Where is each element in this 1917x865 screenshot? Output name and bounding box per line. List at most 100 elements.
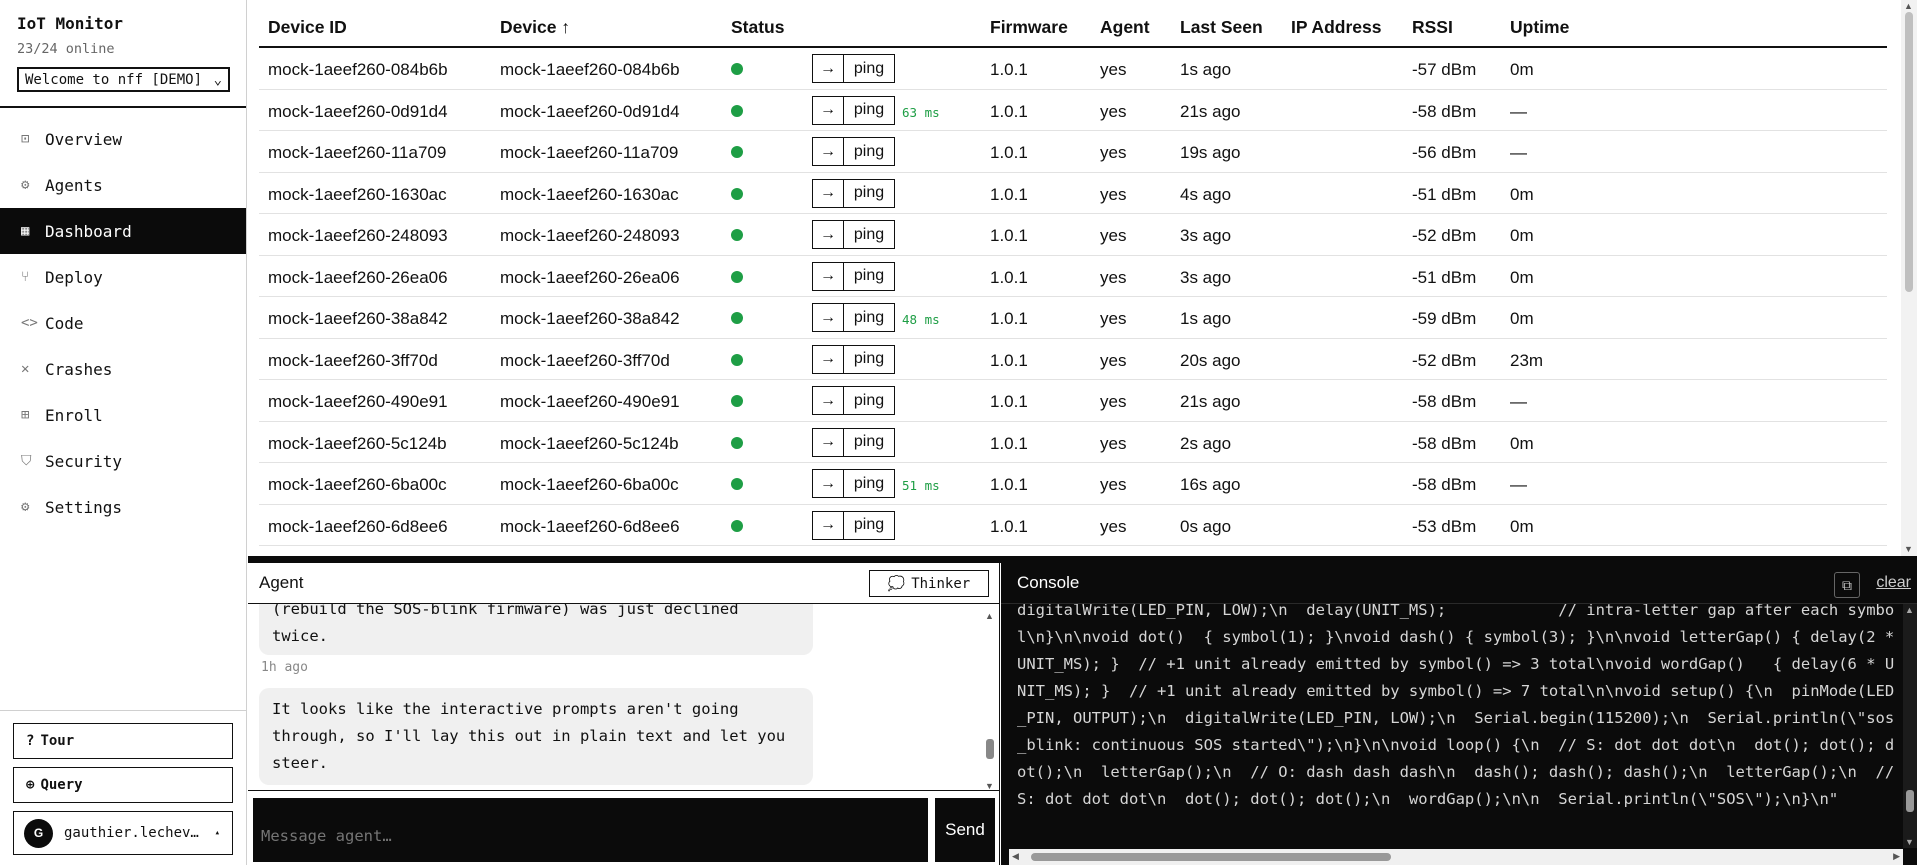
table-row[interactable]: mock-1aeef260-5c124b mock-1aeef260-5c124b… [259,422,1887,463]
col-agent[interactable]: Agent [1100,17,1150,38]
ping-button[interactable]: ping [843,178,895,208]
sidebar-nav: ⊡ Overview ⚙ Agents ▦ Dashboard ⑂ Deploy <> Code ✕… [0,116,246,530]
cell-last-seen: 1s ago [1180,309,1232,328]
send-button[interactable]: Send [935,798,995,862]
console-vscroll-thumb[interactable] [1906,790,1914,812]
ping-button[interactable]: ping [843,344,895,374]
table-scrollbar[interactable]: ▲ ▼ [1901,0,1917,556]
col-status[interactable]: Status [731,17,784,38]
agent-scrollbar-thumb[interactable] [986,739,994,759]
table-scrollbar-thumb[interactable] [1905,12,1913,292]
agent-message-input[interactable] [253,798,928,862]
tour-button[interactable]: ? Tour [13,723,233,759]
ping-button[interactable]: ping [843,95,895,125]
table-row[interactable]: mock-1aeef260-38a842 mock-1aeef260-38a842… [259,297,1887,339]
sidebar-item-crashes[interactable]: ✕ Crashes [0,346,246,392]
ping-button[interactable]: ping [843,137,895,166]
agent-message-text: It looks like the interactive prompts ar… [272,700,786,772]
sidebar-item-code[interactable]: <> Code [0,300,246,346]
thinker-mode-button[interactable]: 💭 Thinker [869,570,989,597]
scroll-up-icon[interactable]: ▲ [985,611,994,621]
console-horizontal-scrollbar[interactable]: ◀ ▶ [1009,849,1903,865]
scroll-up-icon[interactable]: ▲ [1905,605,1914,615]
scroll-left-icon[interactable]: ◀ [1012,851,1019,862]
table-row[interactable]: mock-1aeef260-490e91 mock-1aeef260-490e91… [259,380,1887,422]
scroll-down-icon[interactable]: ▼ [1904,544,1913,554]
status-dot [731,478,743,490]
ping-latency: 51 ms [902,478,940,493]
scroll-up-icon[interactable]: ▲ [1904,1,1913,11]
table-row[interactable]: mock-1aeef260-0d91d4 mock-1aeef260-0d91d4… [259,90,1887,131]
scroll-down-icon[interactable]: ▼ [1905,837,1914,847]
cell-rssi: -52 dBm [1412,226,1477,245]
open-device-button[interactable]: → [812,220,844,249]
caret-up-icon: ▴ [214,828,220,838]
table-row[interactable]: mock-1aeef260-6ba00c mock-1aeef260-6ba00c… [259,463,1887,505]
scroll-right-icon[interactable]: ▶ [1893,851,1900,862]
ping-button[interactable]: ping [843,427,895,457]
ping-button[interactable]: ping [843,303,895,332]
sidebar-item-overview[interactable]: ⊡ Overview [0,116,246,162]
project-select[interactable]: Welcome to nff [DEMO] ⌄ [17,67,230,92]
table-row[interactable]: mock-1aeef260-3ff70d mock-1aeef260-3ff70d… [259,339,1887,380]
sidebar-footer: ? Tour ⊕ Query G gauthier.lechev… ▴ [0,710,247,865]
sidebar-item-dashboard[interactable]: ▦ Dashboard [0,208,246,254]
ping-button[interactable]: ping [843,261,895,291]
gear-icon: ⚙ [21,177,30,193]
col-last-seen[interactable]: Last Seen [1180,17,1263,38]
table-row[interactable]: mock-1aeef260-248093 mock-1aeef260-248093… [259,214,1887,256]
sidebar-item-deploy[interactable]: ⑂ Deploy [0,254,246,300]
gear-icon: ⚙ [21,499,30,515]
user-menu[interactable]: G gauthier.lechev… ▴ [13,811,233,855]
open-device-button[interactable]: → [812,178,844,208]
sidebar-item-agents[interactable]: ⚙ Agents [0,162,246,208]
console-hscroll-thumb[interactable] [1031,853,1391,861]
table-row[interactable]: mock-1aeef260-6d8ee6 mock-1aeef260-6d8ee6… [259,505,1887,546]
open-device-button[interactable]: → [812,95,844,125]
sidebar-item-enroll[interactable]: ⊞ Enroll [0,392,246,438]
sidebar: IoT Monitor 23/24 online Welcome to nff … [0,0,247,865]
console-vertical-scrollbar[interactable]: ▲ ▼ [1903,604,1917,848]
open-device-button[interactable]: → [812,386,844,415]
ping-button[interactable]: ping [843,220,895,249]
ping-button[interactable]: ping [843,469,895,498]
open-device-button[interactable]: → [812,469,844,498]
table-row[interactable]: mock-1aeef260-11a709 mock-1aeef260-11a709… [259,131,1887,173]
table-row[interactable]: mock-1aeef260-26ea06 mock-1aeef260-26ea06… [259,256,1887,297]
open-device-button[interactable]: → [812,427,844,457]
open-device-button[interactable]: → [812,303,844,332]
cell-firmware: 1.0.1 [990,475,1028,494]
table-row[interactable]: mock-1aeef260-1630ac mock-1aeef260-1630ac… [259,173,1887,214]
query-button[interactable]: ⊕ Query [13,767,233,803]
status-dot [731,104,743,117]
panel-resize-divider[interactable] [248,556,1917,563]
agent-scrollbar[interactable]: ▲ ▼ [983,611,997,791]
agent-header: Agent 💭 Thinker [248,563,999,604]
col-ip-address[interactable]: IP Address [1291,17,1381,38]
cross-icon: ✕ [21,361,30,377]
sidebar-item-label: Deploy [45,267,103,287]
open-device-button[interactable]: → [812,54,844,83]
col-firmware[interactable]: Firmware [990,17,1068,38]
open-device-button[interactable]: → [812,137,844,166]
agent-message: (rebuild the SOS-blink firmware) was jus… [259,604,813,655]
copy-icon[interactable]: ⧉ [1834,572,1860,598]
clear-button[interactable]: clear [1876,574,1911,592]
open-device-button[interactable]: → [812,510,844,540]
sidebar-item-security[interactable]: ⛉ Security [0,438,246,484]
table-row[interactable]: mock-1aeef260-084b6b mock-1aeef260-084b6b… [259,48,1887,90]
ping-button[interactable]: ping [843,510,895,540]
cell-device: mock-1aeef260-084b6b [500,60,680,79]
open-device-button[interactable]: → [812,344,844,374]
ping-button[interactable]: ping [843,386,895,415]
cell-last-seen: 3s ago [1180,226,1232,245]
ping-button[interactable]: ping [843,54,895,83]
col-device[interactable]: Device ↑ [500,17,570,38]
col-uptime[interactable]: Uptime [1510,17,1569,38]
device-table: Device ID Device ↑ Status Firmware Agent… [259,0,1887,546]
col-device-id[interactable]: Device ID [268,17,347,38]
col-rssi[interactable]: RSSI [1412,17,1453,38]
sidebar-item-settings[interactable]: ⚙ Settings [0,484,246,530]
cell-agent: yes [1100,226,1127,245]
open-device-button[interactable]: → [812,261,844,291]
